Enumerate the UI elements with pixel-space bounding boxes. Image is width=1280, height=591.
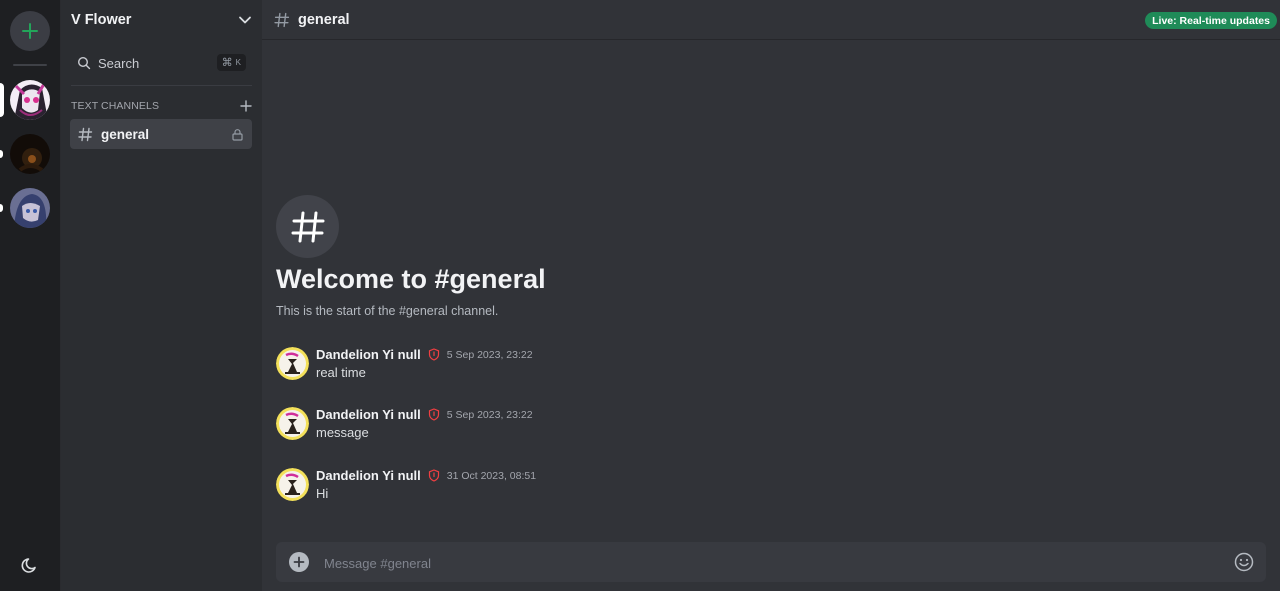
server-icon-3[interactable] xyxy=(10,188,50,228)
server-rail xyxy=(0,0,61,591)
add-channel-icon[interactable] xyxy=(240,100,252,112)
live-status-badge: Live: Real-time updates xyxy=(1145,12,1277,29)
shield-icon xyxy=(428,408,439,421)
moderator-badge xyxy=(428,469,440,482)
message-content: Hi xyxy=(316,486,329,501)
command-key: ⌘ xyxy=(221,57,233,69)
plus-icon xyxy=(22,23,38,39)
message-timestamp: 31 Oct 2023, 08:51 xyxy=(446,469,537,482)
welcome-title: Welcome to #general xyxy=(276,264,546,294)
avatar[interactable] xyxy=(276,347,309,380)
add-server-button[interactable] xyxy=(10,11,50,51)
lock-icon xyxy=(232,128,243,141)
smile-icon xyxy=(1234,552,1254,572)
server-avatar-art xyxy=(10,134,50,174)
unread-indicator xyxy=(0,204,3,212)
channel-welcome-icon xyxy=(276,195,339,258)
avatar[interactable] xyxy=(276,407,309,440)
hash-icon xyxy=(78,127,93,141)
chat-area: general Live: Real-time updates Welcome … xyxy=(262,0,1280,591)
message-author[interactable]: Dandelion Yi null xyxy=(316,468,421,483)
avatar[interactable] xyxy=(276,468,309,501)
search-icon xyxy=(77,56,91,70)
moderator-badge xyxy=(428,348,440,361)
text-channels-header: TEXT CHANNELS xyxy=(71,98,252,114)
attach-button[interactable] xyxy=(289,552,309,572)
server-avatar-art xyxy=(10,188,50,228)
shield-icon xyxy=(428,469,439,482)
theme-toggle-button[interactable] xyxy=(20,555,40,575)
server-name: V Flower xyxy=(71,12,132,28)
channel-sidebar: V Flower Search ⌘ K TEXT CHANNELS genera… xyxy=(61,0,262,591)
channel-title: general xyxy=(298,11,350,28)
message-composer xyxy=(276,542,1266,584)
message-timestamp: 5 Sep 2023, 23:22 xyxy=(446,348,533,361)
message-input[interactable] xyxy=(322,542,1226,584)
hash-icon xyxy=(291,211,324,242)
plus-icon xyxy=(293,556,305,568)
server-icon-2[interactable] xyxy=(10,134,50,174)
user-avatar-art xyxy=(276,468,309,501)
message-content: message xyxy=(316,425,369,440)
section-title: TEXT CHANNELS xyxy=(71,100,160,112)
welcome-subtitle: This is the start of the #general channe… xyxy=(276,304,499,318)
server-icon-v-flower[interactable] xyxy=(10,80,50,120)
active-server-indicator xyxy=(0,83,4,117)
user-avatar-art xyxy=(276,407,309,440)
moderator-badge xyxy=(428,408,440,421)
chevron-down-icon xyxy=(239,16,251,24)
message-item: Dandelion Yi null 31 Oct 2023, 08:51 Hi xyxy=(276,468,876,508)
message-item: Dandelion Yi null 5 Sep 2023, 23:22 real… xyxy=(276,347,876,387)
search-button[interactable]: Search ⌘ K xyxy=(71,50,252,76)
hash-icon xyxy=(274,12,290,27)
message-item: Dandelion Yi null 5 Sep 2023, 23:22 mess… xyxy=(276,407,876,447)
channel-name: general xyxy=(101,126,150,142)
channel-item-general[interactable]: general xyxy=(70,119,252,149)
server-avatar-art xyxy=(10,80,50,120)
message-author[interactable]: Dandelion Yi null xyxy=(316,347,421,362)
sidebar-divider xyxy=(71,85,252,86)
search-shortcut: ⌘ K xyxy=(216,54,246,71)
message-author[interactable]: Dandelion Yi null xyxy=(316,407,421,422)
moon-icon xyxy=(21,558,36,573)
search-label: Search xyxy=(98,55,140,71)
channel-header: general Live: Real-time updates xyxy=(262,0,1280,40)
emoji-button[interactable] xyxy=(1234,552,1254,572)
shield-icon xyxy=(428,348,439,361)
shortcut-key: K xyxy=(235,58,241,67)
rail-divider xyxy=(13,64,47,66)
user-avatar-art xyxy=(276,347,309,380)
message-timestamp: 5 Sep 2023, 23:22 xyxy=(446,408,533,421)
server-header[interactable]: V Flower xyxy=(61,0,262,40)
message-content: real time xyxy=(316,365,366,380)
unread-indicator xyxy=(0,150,3,158)
